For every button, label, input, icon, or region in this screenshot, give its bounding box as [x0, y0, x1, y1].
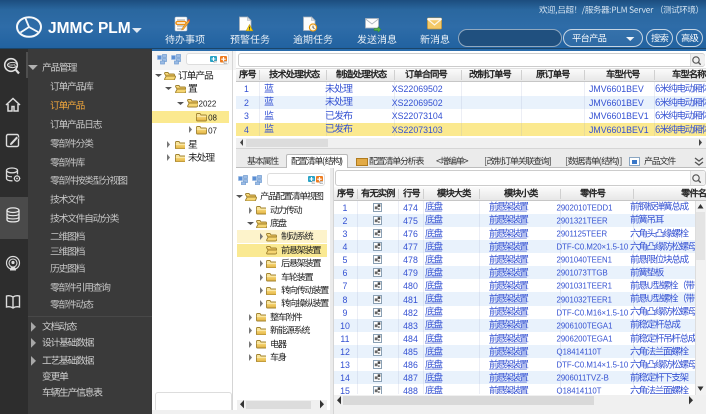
svg-text:SIPM: SIPM [8, 63, 17, 67]
